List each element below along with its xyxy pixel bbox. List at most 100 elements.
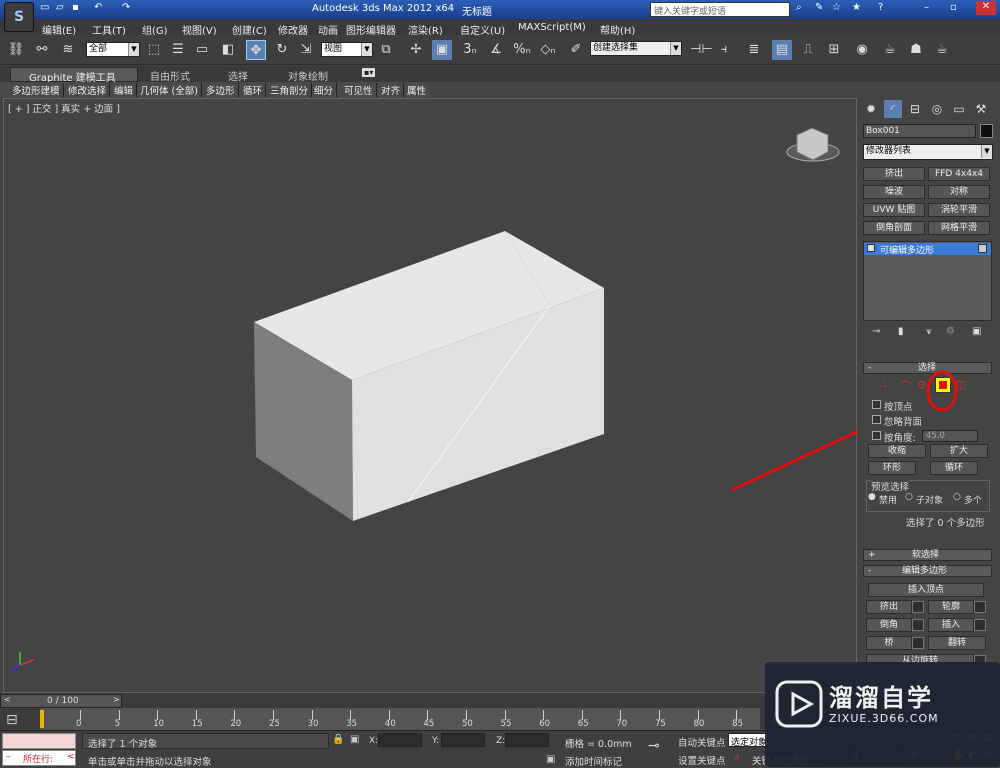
slider-prev-icon[interactable]: < bbox=[4, 695, 11, 704]
by-vertex-checkbox[interactable] bbox=[872, 400, 881, 409]
select-by-name-icon[interactable]: ☰ bbox=[168, 40, 188, 60]
slider-next-icon[interactable]: > bbox=[113, 695, 120, 704]
material-editor-icon[interactable]: ◉ bbox=[852, 40, 872, 60]
ring-button[interactable]: 环形 bbox=[868, 461, 916, 475]
panel-tris[interactable]: 三角剖分 bbox=[270, 83, 313, 97]
panel-polygon-modeling[interactable]: 多边形建模 bbox=[12, 83, 64, 97]
y-coordinate-field[interactable] bbox=[441, 733, 485, 747]
redo-icon[interactable]: ↷ bbox=[122, 2, 130, 13]
tab-graphite[interactable]: Graphite 建模工具 bbox=[10, 67, 138, 84]
select-object-icon[interactable]: ⬚ bbox=[144, 40, 164, 60]
new-file-icon[interactable]: ▭ bbox=[40, 2, 49, 13]
panel-loops[interactable]: 循环 bbox=[243, 83, 267, 97]
ribbon-options-icon[interactable]: ▪▾ bbox=[362, 68, 376, 77]
star-icon[interactable]: ☆ bbox=[832, 2, 841, 13]
search-input[interactable]: 键入关键字或短语 bbox=[650, 2, 790, 17]
unlink-icon[interactable]: ⚯ bbox=[32, 40, 52, 60]
pivot-center-icon[interactable]: ⧉ bbox=[376, 40, 396, 60]
key-filter-icon[interactable]: ⩘ bbox=[733, 752, 739, 763]
panel-modify-selection[interactable]: 修改选择 bbox=[68, 83, 111, 97]
extrude-button[interactable]: 挤出 bbox=[866, 600, 912, 614]
spinner-snap-icon[interactable]: ◇ₙ bbox=[538, 40, 558, 60]
loop-button[interactable]: 循环 bbox=[930, 461, 978, 475]
panel-subdivision[interactable]: 细分 bbox=[314, 83, 338, 97]
set-key-label[interactable]: 设置关键点 bbox=[678, 753, 726, 767]
hierarchy-tab-icon[interactable]: ⊟ bbox=[906, 100, 924, 118]
outline-button[interactable]: 轮廓 bbox=[928, 600, 974, 614]
panel-properties[interactable]: 属性 bbox=[407, 83, 429, 97]
pin-stack-icon[interactable]: ⊸ bbox=[872, 326, 880, 337]
ignore-backfacing-checkbox[interactable] bbox=[872, 415, 881, 424]
configure-sets-icon[interactable]: ▣ bbox=[972, 326, 981, 337]
make-unique-icon[interactable]: ⩛ bbox=[926, 326, 932, 337]
window-crossing-icon[interactable]: ◧ bbox=[218, 40, 238, 60]
modifier-ffd-button[interactable]: FFD 4x4x4 bbox=[928, 167, 990, 181]
preview-disabled-radio[interactable]: ● bbox=[868, 492, 876, 502]
modify-tab-icon[interactable]: ◜ bbox=[884, 100, 902, 118]
maxscript-listener[interactable] bbox=[2, 733, 76, 749]
inset-button[interactable]: 插入 bbox=[928, 618, 974, 632]
selection-filter-dropdown[interactable]: 全部 ▼ bbox=[86, 42, 140, 57]
render-setup-icon[interactable]: ☕ bbox=[880, 40, 900, 60]
link-icon[interactable]: ⛓ bbox=[6, 40, 26, 60]
object-name-field[interactable]: Box001 bbox=[863, 124, 976, 138]
named-selection-set-dropdown[interactable]: 创建选择集 ▼ bbox=[590, 41, 682, 56]
auto-key-label[interactable]: 自动关键点 bbox=[678, 735, 726, 749]
keyboard-shortcut-icon[interactable]: ▣ bbox=[432, 40, 452, 60]
by-angle-checkbox[interactable] bbox=[872, 431, 881, 440]
tab-object-paint[interactable]: 对象绘制 bbox=[288, 68, 328, 83]
graphite-toggle-icon[interactable]: ▤ bbox=[772, 40, 792, 60]
grow-button[interactable]: 扩大 bbox=[930, 444, 988, 458]
stack-visibility-icon[interactable] bbox=[978, 244, 987, 253]
select-manipulate-icon[interactable]: ✢ bbox=[406, 40, 426, 60]
rect-selection-icon[interactable]: ▭ bbox=[192, 40, 212, 60]
bridge-button[interactable]: 桥 bbox=[866, 636, 912, 650]
bevel-button[interactable]: 倒角 bbox=[866, 618, 912, 632]
inset-settings-icon[interactable] bbox=[974, 619, 986, 631]
layer-manager-icon[interactable]: ≣ bbox=[744, 40, 764, 60]
undo-icon[interactable]: ↶ bbox=[94, 2, 102, 13]
bind-space-warp-icon[interactable]: ≋ bbox=[58, 40, 78, 60]
preview-subobject-radio[interactable]: ○ bbox=[905, 492, 913, 502]
modifier-bevel-profile-button[interactable]: 倒角剖面 bbox=[863, 221, 925, 235]
modifier-turbosmooth-button[interactable]: 涡轮平滑 bbox=[928, 203, 990, 217]
extrude-settings-icon[interactable] bbox=[912, 601, 924, 613]
panel-visibility[interactable]: 可见性 bbox=[344, 83, 377, 97]
lock-selection-icon[interactable]: 🔒 bbox=[332, 734, 344, 745]
object-color-swatch[interactable] bbox=[980, 124, 993, 138]
modifier-list-dropdown[interactable]: 修改器列表 ▼ bbox=[863, 144, 993, 160]
insert-vertex-button[interactable]: 插入顶点 bbox=[868, 583, 984, 597]
minimize-icon[interactable]: – bbox=[924, 2, 929, 13]
tab-freeform[interactable]: 自由形式 bbox=[150, 68, 190, 83]
panel-edit[interactable]: 编辑 bbox=[114, 83, 138, 97]
create-tab-icon[interactable]: ✹ bbox=[862, 100, 880, 118]
modifier-uvw-button[interactable]: UVW 贴图 bbox=[863, 203, 925, 217]
panel-polygons[interactable]: 多边形 bbox=[206, 83, 239, 97]
menu-maxscript[interactable]: MAXScript(M) bbox=[518, 22, 586, 33]
bevel-settings-icon[interactable] bbox=[912, 619, 924, 631]
snaps-toggle-icon[interactable]: 3ₙ bbox=[460, 40, 480, 60]
expand-icon[interactable] bbox=[867, 244, 875, 252]
schematic-view-icon[interactable]: ⊞ bbox=[824, 40, 844, 60]
maximize-icon[interactable]: ▫ bbox=[950, 2, 957, 13]
display-tab-icon[interactable]: ▭ bbox=[950, 100, 968, 118]
remove-modifier-icon[interactable]: ♲ bbox=[946, 326, 955, 337]
mini-curve-editor-icon[interactable]: ⊟ bbox=[6, 712, 18, 728]
modifier-symmetry-button[interactable]: 对称 bbox=[928, 185, 990, 199]
soft-selection-rollout-header[interactable]: + 软选择 bbox=[863, 549, 992, 561]
render-production-icon[interactable]: ☕ bbox=[932, 40, 952, 60]
track-bar[interactable] bbox=[40, 708, 760, 730]
stack-item-editable-poly[interactable]: 可编辑多边形 bbox=[864, 243, 991, 256]
angle-snap-icon[interactable]: ∡ bbox=[486, 40, 506, 60]
time-slider[interactable]: < 0 / 100 > bbox=[0, 694, 122, 708]
help-icon[interactable]: ? bbox=[878, 2, 883, 13]
z-coordinate-field[interactable] bbox=[505, 733, 549, 747]
shrink-button[interactable]: 收缩 bbox=[868, 444, 926, 458]
modifier-noise-button[interactable]: 噪波 bbox=[863, 185, 925, 199]
preview-multi-radio[interactable]: ○ bbox=[953, 492, 961, 502]
scale-icon[interactable]: ⇲ bbox=[296, 40, 316, 60]
maxscript-line[interactable]: – 所在行: < bbox=[2, 750, 76, 766]
angle-spinner[interactable]: 45.0 bbox=[922, 430, 978, 442]
x-coordinate-field[interactable] bbox=[378, 733, 422, 747]
open-file-icon[interactable]: ▱ bbox=[56, 2, 64, 13]
